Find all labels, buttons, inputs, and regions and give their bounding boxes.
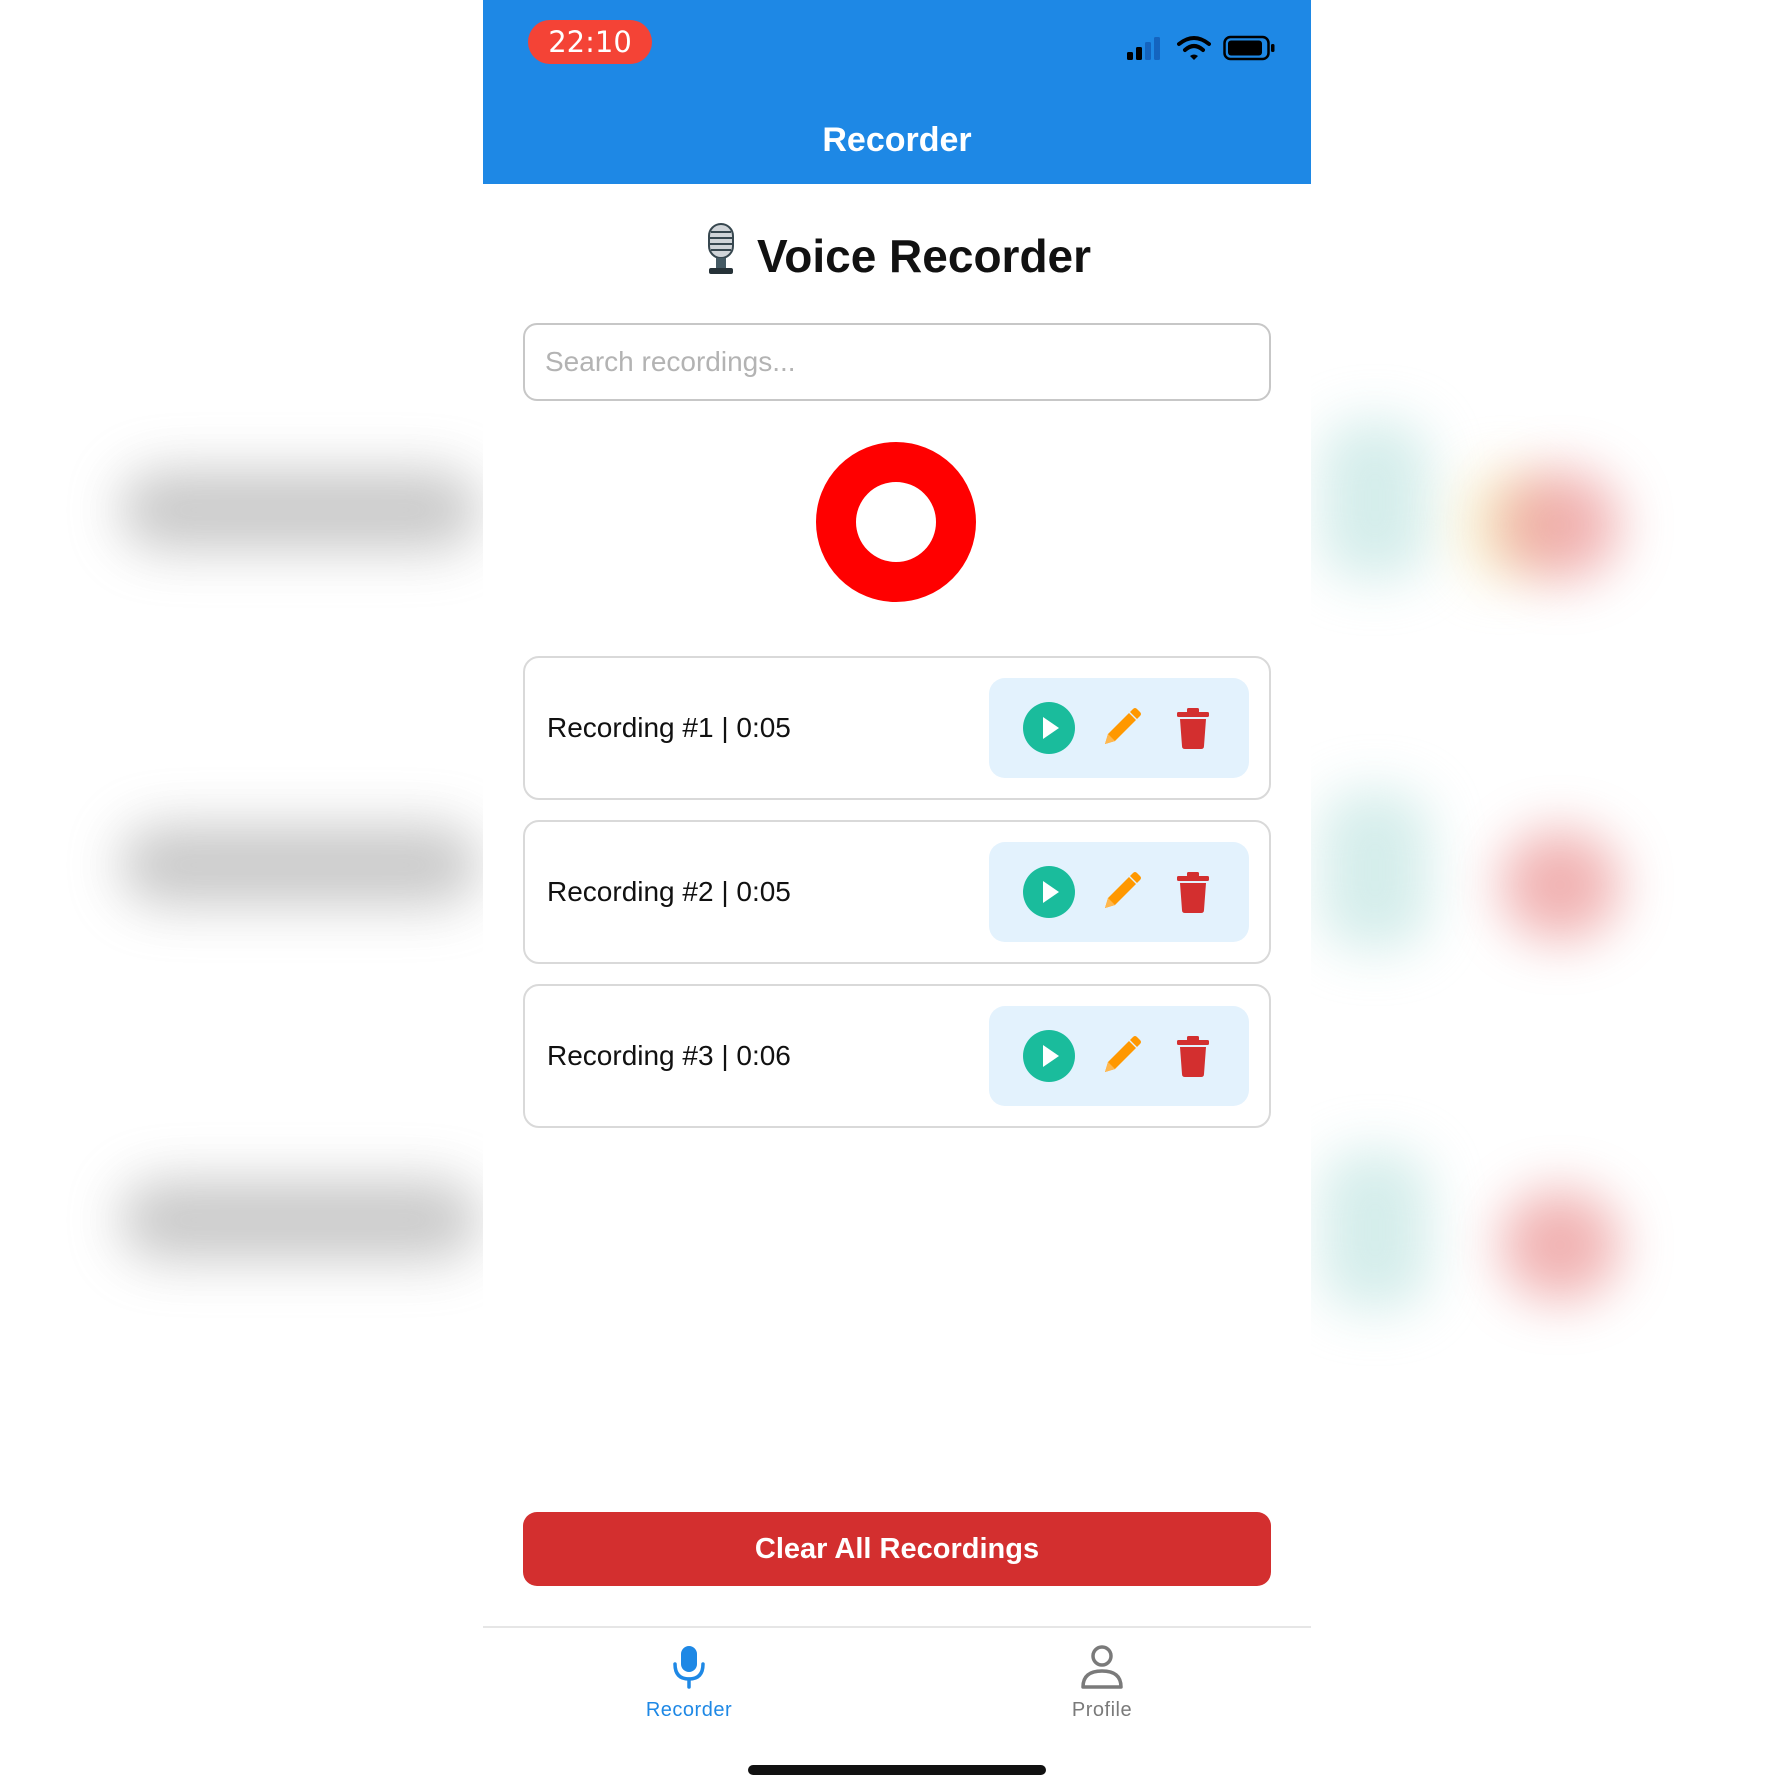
recording-actions: [989, 1006, 1249, 1106]
delete-button[interactable]: [1167, 702, 1219, 754]
background-blur: [120, 1180, 480, 1260]
trash-icon: [1177, 872, 1209, 913]
record-button[interactable]: [816, 442, 976, 602]
pencil-icon: [1105, 1036, 1141, 1072]
play-icon: [1023, 1030, 1075, 1082]
signal-icon: [1125, 34, 1165, 67]
play-button[interactable]: [1023, 702, 1075, 754]
recording-label: Recording #2 | 0:05: [547, 876, 791, 907]
background-blur: [1320, 420, 1430, 580]
tab-recorder[interactable]: Recorder: [589, 1644, 789, 1722]
home-indicator: [748, 1765, 1046, 1775]
edit-button[interactable]: [1095, 1030, 1147, 1082]
background-blur: [1500, 470, 1620, 580]
background-blur: [120, 825, 480, 905]
search-input[interactable]: [523, 323, 1271, 401]
tab-label: Profile: [1071, 1699, 1133, 1721]
recording-label: Recording #1 | 0:05: [547, 712, 791, 743]
delete-button[interactable]: [1167, 1030, 1219, 1082]
play-button[interactable]: [1023, 866, 1075, 918]
pencil-icon: [1105, 872, 1141, 908]
nav-title: Recorder: [822, 121, 972, 159]
recording-label: Recording #3 | 0:06: [547, 1040, 791, 1071]
page-title: Voice Recorder: [483, 222, 1311, 290]
trash-icon: [1177, 708, 1209, 749]
background-blur: [120, 470, 480, 550]
background-blur: [1320, 790, 1430, 950]
person-icon: [1081, 1645, 1123, 1689]
pencil-icon: [1105, 708, 1141, 744]
recording-item: Recording #2 | 0:05: [523, 820, 1271, 964]
microphone-icon: [703, 222, 739, 290]
clear-all-button[interactable]: Clear All Recordings: [523, 1512, 1271, 1586]
battery-icon: [1223, 34, 1277, 67]
tab-profile[interactable]: Profile: [1002, 1644, 1202, 1722]
edit-button[interactable]: [1095, 866, 1147, 918]
recording-item: Recording #1 | 0:05: [523, 656, 1271, 800]
screen: 22:10 Recorder Voice Recorder Search rec…: [0, 0, 1792, 1792]
tab-label: Recorder: [645, 1699, 733, 1721]
page-title-text: Voice Recorder: [756, 230, 1092, 282]
wifi-icon: [1177, 34, 1211, 67]
app-header: 22:10 Recorder: [483, 0, 1311, 184]
trash-icon: [1177, 1036, 1209, 1077]
phone-screen: 22:10 Recorder Voice Recorder Search rec…: [483, 0, 1311, 1792]
background-blur: [1500, 830, 1620, 940]
recording-actions: [989, 678, 1249, 778]
edit-button[interactable]: [1095, 702, 1147, 754]
status-icons: [1125, 34, 1277, 66]
recording-actions: [989, 842, 1249, 942]
play-icon: [1023, 866, 1075, 918]
background-blur: [1320, 1150, 1430, 1310]
microphone-icon: [673, 1646, 705, 1689]
play-icon: [1023, 702, 1075, 754]
delete-button[interactable]: [1167, 866, 1219, 918]
recording-item: Recording #3 | 0:06: [523, 984, 1271, 1128]
background-blur: [1500, 1190, 1620, 1300]
status-time: 22:10: [528, 20, 652, 64]
play-button[interactable]: [1023, 1030, 1075, 1082]
